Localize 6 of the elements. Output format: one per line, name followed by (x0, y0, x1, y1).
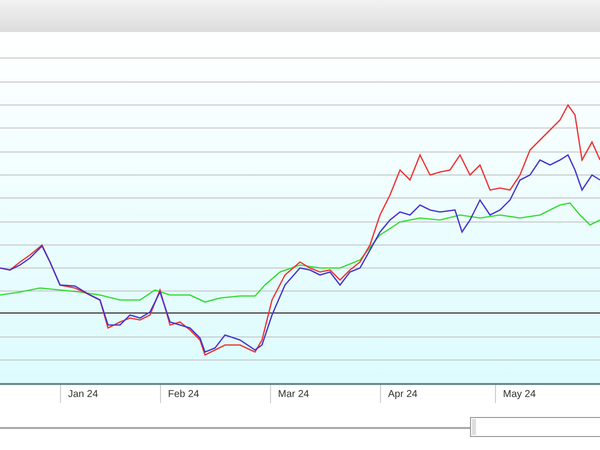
axis-label: May 24 (503, 388, 536, 400)
axis-label: Apr 24 (388, 388, 418, 400)
axis-label: Feb 24 (168, 388, 200, 400)
axis-label: Mar 24 (278, 388, 310, 400)
range-slider-handle[interactable] (470, 417, 600, 437)
axis-label: Jan 24 (68, 388, 98, 400)
